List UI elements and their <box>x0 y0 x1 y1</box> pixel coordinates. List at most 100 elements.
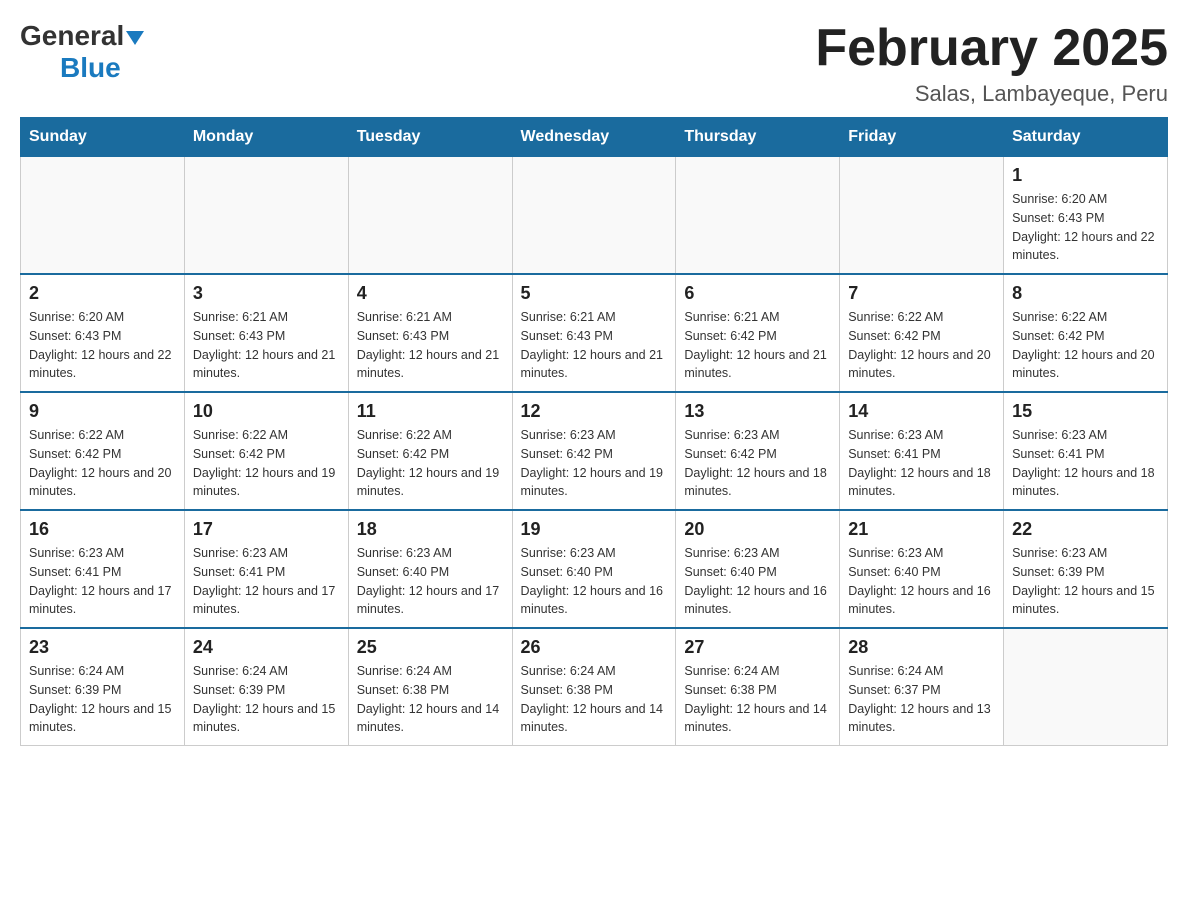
day-number: 23 <box>29 637 176 658</box>
day-info: Sunrise: 6:23 AMSunset: 6:40 PMDaylight:… <box>357 544 504 619</box>
day-info: Sunrise: 6:23 AMSunset: 6:39 PMDaylight:… <box>1012 544 1159 619</box>
day-info: Sunrise: 6:22 AMSunset: 6:42 PMDaylight:… <box>357 426 504 501</box>
calendar-cell: 25Sunrise: 6:24 AMSunset: 6:38 PMDayligh… <box>348 628 512 746</box>
day-number: 12 <box>521 401 668 422</box>
logo-blue: Blue <box>60 52 121 84</box>
day-info: Sunrise: 6:23 AMSunset: 6:40 PMDaylight:… <box>848 544 995 619</box>
day-info: Sunrise: 6:23 AMSunset: 6:41 PMDaylight:… <box>848 426 995 501</box>
day-number: 17 <box>193 519 340 540</box>
week-row-4: 16 Sunrise: 6:23 AMSunset: 6:41 PMDayligh… <box>21 510 1168 628</box>
calendar-cell: 22 Sunrise: 6:23 AMSunset: 6:39 PMDayligh… <box>1004 510 1168 628</box>
day-info: Sunrise: 6:24 AMSunset: 6:38 PMDaylight:… <box>521 662 668 737</box>
logo-arrow-icon <box>126 31 144 45</box>
day-info: Sunrise: 6:21 AMSunset: 6:43 PMDaylight:… <box>193 308 340 383</box>
day-number: 4 <box>357 283 504 304</box>
calendar-cell: 2 Sunrise: 6:20 AMSunset: 6:43 PMDaylight… <box>21 274 185 392</box>
day-info: Sunrise: 6:20 AMSunset: 6:43 PMDaylight:… <box>29 308 176 383</box>
day-info: Sunrise: 6:23 AMSunset: 6:41 PMDaylight:… <box>29 544 176 619</box>
day-info: Sunrise: 6:22 AMSunset: 6:42 PMDaylight:… <box>848 308 995 383</box>
day-number: 5 <box>521 283 668 304</box>
day-info: Sunrise: 6:22 AMSunset: 6:42 PMDaylight:… <box>193 426 340 501</box>
page-header: General Blue February 2025 Salas, Lambay… <box>20 20 1168 107</box>
calendar-cell: 14Sunrise: 6:23 AMSunset: 6:41 PMDayligh… <box>840 392 1004 510</box>
weekday-header-row: SundayMondayTuesdayWednesdayThursdayFrid… <box>21 118 1168 157</box>
day-info: Sunrise: 6:23 AMSunset: 6:41 PMDaylight:… <box>193 544 340 619</box>
day-info: Sunrise: 6:20 AMSunset: 6:43 PMDaylight:… <box>1012 190 1159 265</box>
day-info: Sunrise: 6:23 AMSunset: 6:42 PMDaylight:… <box>684 426 831 501</box>
weekday-header-tuesday: Tuesday <box>348 118 512 157</box>
day-number: 3 <box>193 283 340 304</box>
day-number: 22 <box>1012 519 1159 540</box>
day-number: 6 <box>684 283 831 304</box>
day-info: Sunrise: 6:23 AMSunset: 6:41 PMDaylight:… <box>1012 426 1159 501</box>
calendar-table: SundayMondayTuesdayWednesdayThursdayFrid… <box>20 117 1168 746</box>
month-year-title: February 2025 <box>815 20 1168 77</box>
day-number: 11 <box>357 401 504 422</box>
calendar-cell: 21Sunrise: 6:23 AMSunset: 6:40 PMDayligh… <box>840 510 1004 628</box>
calendar-cell: 16 Sunrise: 6:23 AMSunset: 6:41 PMDayligh… <box>21 510 185 628</box>
logo: General Blue <box>20 20 144 84</box>
day-info: Sunrise: 6:22 AMSunset: 6:42 PMDaylight:… <box>1012 308 1159 383</box>
day-number: 9 <box>29 401 176 422</box>
day-number: 10 <box>193 401 340 422</box>
day-info: Sunrise: 6:24 AMSunset: 6:38 PMDaylight:… <box>684 662 831 737</box>
calendar-cell: 9 Sunrise: 6:22 AMSunset: 6:42 PMDaylight… <box>21 392 185 510</box>
logo-text: General <box>20 20 144 52</box>
day-info: Sunrise: 6:24 AMSunset: 6:39 PMDaylight:… <box>193 662 340 737</box>
calendar-cell <box>512 157 676 275</box>
calendar-cell: 23 Sunrise: 6:24 AMSunset: 6:39 PMDayligh… <box>21 628 185 746</box>
calendar-cell: 8 Sunrise: 6:22 AMSunset: 6:42 PMDaylight… <box>1004 274 1168 392</box>
calendar-cell: 13 Sunrise: 6:23 AMSunset: 6:42 PMDayligh… <box>676 392 840 510</box>
day-number: 15 <box>1012 401 1159 422</box>
weekday-header-sunday: Sunday <box>21 118 185 157</box>
day-info: Sunrise: 6:24 AMSunset: 6:38 PMDaylight:… <box>357 662 504 737</box>
day-info: Sunrise: 6:23 AMSunset: 6:42 PMDaylight:… <box>521 426 668 501</box>
day-info: Sunrise: 6:21 AMSunset: 6:43 PMDaylight:… <box>357 308 504 383</box>
day-info: Sunrise: 6:21 AMSunset: 6:43 PMDaylight:… <box>521 308 668 383</box>
logo-general-text: General <box>20 20 124 52</box>
day-info: Sunrise: 6:21 AMSunset: 6:42 PMDaylight:… <box>684 308 831 383</box>
calendar-cell: 3 Sunrise: 6:21 AMSunset: 6:43 PMDaylight… <box>184 274 348 392</box>
calendar-cell <box>21 157 185 275</box>
calendar-cell <box>676 157 840 275</box>
day-number: 18 <box>357 519 504 540</box>
day-number: 7 <box>848 283 995 304</box>
week-row-2: 2 Sunrise: 6:20 AMSunset: 6:43 PMDaylight… <box>21 274 1168 392</box>
calendar-cell: 6 Sunrise: 6:21 AMSunset: 6:42 PMDaylight… <box>676 274 840 392</box>
calendar-cell: 28 Sunrise: 6:24 AMSunset: 6:37 PMDayligh… <box>840 628 1004 746</box>
calendar-cell: 11 Sunrise: 6:22 AMSunset: 6:42 PMDayligh… <box>348 392 512 510</box>
calendar-cell: 1 Sunrise: 6:20 AMSunset: 6:43 PMDaylight… <box>1004 157 1168 275</box>
calendar-cell: 4 Sunrise: 6:21 AMSunset: 6:43 PMDaylight… <box>348 274 512 392</box>
day-number: 26 <box>521 637 668 658</box>
day-info: Sunrise: 6:23 AMSunset: 6:40 PMDaylight:… <box>521 544 668 619</box>
calendar-cell <box>840 157 1004 275</box>
day-number: 19 <box>521 519 668 540</box>
weekday-header-thursday: Thursday <box>676 118 840 157</box>
day-number: 8 <box>1012 283 1159 304</box>
day-number: 13 <box>684 401 831 422</box>
day-number: 20 <box>684 519 831 540</box>
calendar-cell: 12 Sunrise: 6:23 AMSunset: 6:42 PMDayligh… <box>512 392 676 510</box>
day-number: 2 <box>29 283 176 304</box>
week-row-5: 23 Sunrise: 6:24 AMSunset: 6:39 PMDayligh… <box>21 628 1168 746</box>
calendar-cell: 18 Sunrise: 6:23 AMSunset: 6:40 PMDayligh… <box>348 510 512 628</box>
calendar-cell: 15 Sunrise: 6:23 AMSunset: 6:41 PMDayligh… <box>1004 392 1168 510</box>
day-info: Sunrise: 6:24 AMSunset: 6:39 PMDaylight:… <box>29 662 176 737</box>
calendar-cell <box>184 157 348 275</box>
calendar-cell: 24 Sunrise: 6:24 AMSunset: 6:39 PMDayligh… <box>184 628 348 746</box>
calendar-cell: 10 Sunrise: 6:22 AMSunset: 6:42 PMDayligh… <box>184 392 348 510</box>
day-info: Sunrise: 6:24 AMSunset: 6:37 PMDaylight:… <box>848 662 995 737</box>
day-number: 24 <box>193 637 340 658</box>
calendar-cell <box>1004 628 1168 746</box>
title-section: February 2025 Salas, Lambayeque, Peru <box>815 20 1168 107</box>
day-info: Sunrise: 6:22 AMSunset: 6:42 PMDaylight:… <box>29 426 176 501</box>
calendar-cell: 19 Sunrise: 6:23 AMSunset: 6:40 PMDayligh… <box>512 510 676 628</box>
location-subtitle: Salas, Lambayeque, Peru <box>815 81 1168 107</box>
day-info: Sunrise: 6:23 AMSunset: 6:40 PMDaylight:… <box>684 544 831 619</box>
day-number: 28 <box>848 637 995 658</box>
day-number: 16 <box>29 519 176 540</box>
calendar-cell: 7 Sunrise: 6:22 AMSunset: 6:42 PMDaylight… <box>840 274 1004 392</box>
calendar-cell: 17 Sunrise: 6:23 AMSunset: 6:41 PMDayligh… <box>184 510 348 628</box>
day-number: 1 <box>1012 165 1159 186</box>
calendar-cell: 27Sunrise: 6:24 AMSunset: 6:38 PMDayligh… <box>676 628 840 746</box>
